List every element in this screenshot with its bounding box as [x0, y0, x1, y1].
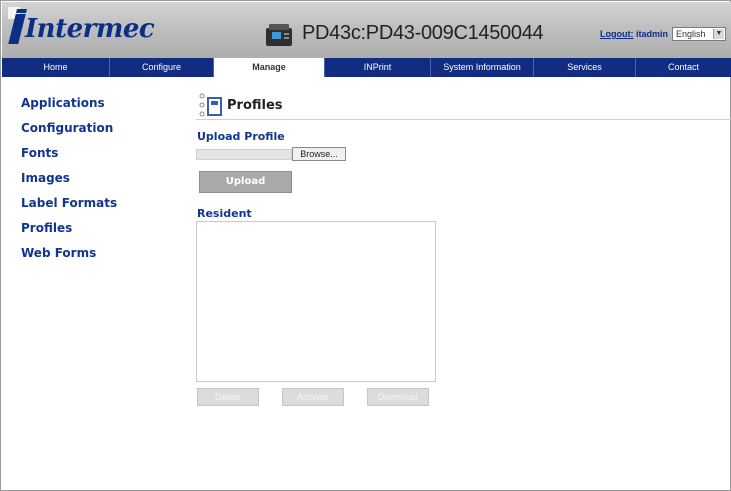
sidebar-item-web-forms[interactable]: Web Forms	[21, 243, 171, 268]
browser-page: Intermec PD43c:PD43-009C1450044 Logout: …	[0, 0, 731, 491]
nav-inprint[interactable]: INPrint	[325, 58, 431, 77]
nav-services[interactable]: Services	[534, 58, 636, 77]
nav-contact[interactable]: Contact	[636, 58, 731, 77]
sidebar-item-fonts[interactable]: Fonts	[21, 143, 171, 168]
sidebar-item-applications[interactable]: Applications	[21, 93, 171, 118]
language-value: English	[676, 29, 706, 39]
sidebar-item-label-formats[interactable]: Label Formats	[21, 193, 171, 218]
dropdown-arrow-icon: ▼	[713, 29, 724, 39]
delete-button[interactable]: Delete	[197, 388, 259, 406]
current-user: itadmin	[636, 29, 669, 39]
profiles-icon	[199, 93, 222, 117]
language-select[interactable]: English ▼	[672, 27, 726, 41]
upload-profile-label: Upload Profile	[197, 130, 285, 143]
sidebar-item-profiles[interactable]: Profiles	[21, 218, 171, 243]
device-title: PD43c:PD43-009C1450044	[302, 22, 544, 44]
sidebar: Applications Configuration Fonts Images …	[21, 93, 171, 268]
download-button[interactable]: Download	[367, 388, 429, 406]
printer-icon	[266, 24, 292, 46]
main-nav: Home Configure Manage INPrint System Inf…	[2, 58, 731, 77]
nav-system-information[interactable]: System Information	[431, 58, 534, 77]
intermec-logo[interactable]: Intermec	[8, 14, 155, 44]
browse-button[interactable]: Browse...	[292, 147, 346, 161]
file-path-field[interactable]	[196, 149, 292, 160]
sidebar-item-images[interactable]: Images	[21, 168, 171, 193]
page-header: Profiles	[196, 92, 731, 120]
resident-label: Resident	[197, 207, 252, 220]
logo-text: Intermec	[25, 14, 155, 44]
resident-profiles-list[interactable]	[196, 221, 436, 382]
nav-home[interactable]: Home	[2, 58, 110, 77]
activate-button[interactable]: Activate	[282, 388, 344, 406]
header-banner: Intermec PD43c:PD43-009C1450044 Logout: …	[2, 2, 731, 58]
nav-manage[interactable]: Manage	[214, 58, 325, 77]
nav-configure[interactable]: Configure	[110, 58, 214, 77]
logout-area: Logout: itadmin	[600, 29, 668, 39]
upload-button[interactable]: Upload	[199, 171, 292, 193]
page-title: Profiles	[227, 98, 283, 113]
sidebar-item-configuration[interactable]: Configuration	[21, 118, 171, 143]
logout-link[interactable]: Logout:	[600, 29, 633, 39]
